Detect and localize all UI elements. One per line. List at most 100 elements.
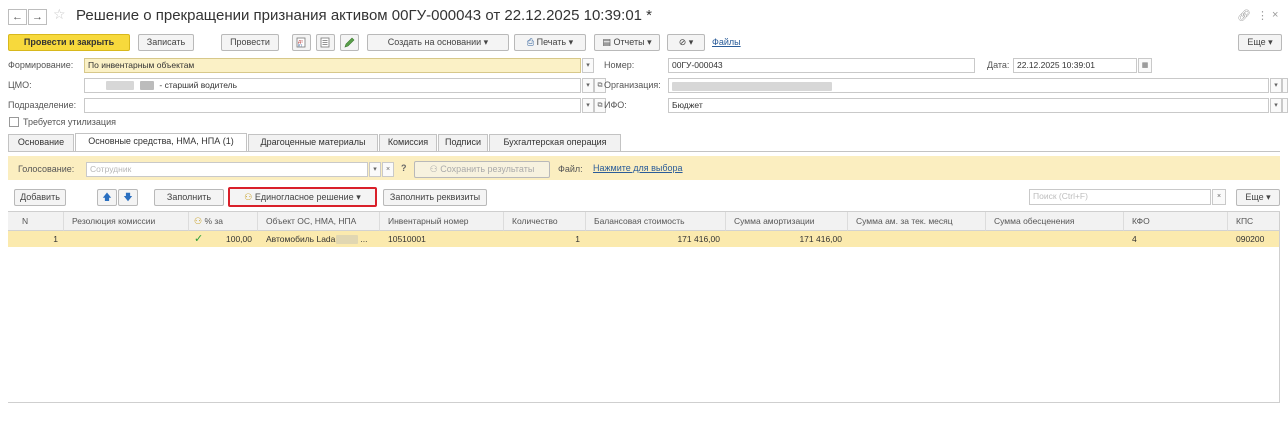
cell-quantity[interactable]: 1 (504, 231, 586, 247)
post-button[interactable]: Провести (221, 34, 279, 51)
redacted-name (106, 81, 134, 91)
forward-arrow-icon[interactable]: → (28, 9, 47, 25)
files-link[interactable]: Файлы (712, 37, 741, 47)
cell-inventory-number[interactable]: 10510001 (380, 231, 504, 247)
tab-basis[interactable]: Основание (8, 134, 74, 151)
cell-kfo[interactable]: 4 (1124, 231, 1228, 247)
unanimous-label: Единогласное решение (254, 192, 354, 202)
tab-signatures[interactable]: Подписи (438, 134, 488, 151)
cell-kps[interactable]: 090200 (1228, 231, 1279, 247)
more-button[interactable]: Еще ▾ (1238, 34, 1282, 51)
link-icon[interactable]: 🔗︎ (1237, 9, 1251, 22)
open-icon[interactable] (1282, 98, 1288, 113)
attachment-button[interactable]: ⊘ ▾ (667, 34, 705, 51)
date-label: Дата: (987, 60, 1010, 70)
report-icon[interactable] (316, 34, 335, 51)
chevron-down-icon: ▾ (568, 37, 574, 47)
close-icon[interactable]: × (1272, 9, 1278, 21)
column-header-impairment[interactable]: Сумма обесценения (986, 212, 1124, 231)
clear-search-icon[interactable]: × (1212, 189, 1226, 205)
cell-depreciation-month[interactable] (848, 231, 986, 247)
chevron-down-icon: ▾ (647, 37, 652, 47)
post-and-close-button[interactable]: Провести и закрыть (8, 34, 130, 51)
page-title: Решение о прекращении признания активом … (76, 7, 653, 24)
column-header-depreciation-month[interactable]: Сумма ам. за тек. месяц (848, 212, 986, 231)
column-header-quantity[interactable]: Количество (504, 212, 586, 231)
object-value: Автомобиль Lada (266, 234, 336, 244)
tab-fixed-assets[interactable]: Основные средства, НМА, НПА (1) (75, 133, 247, 151)
chevron-down-icon: ▾ (483, 37, 489, 47)
help-icon[interactable]: ? (401, 163, 407, 173)
cell-depreciation[interactable]: 171 416,00 (726, 231, 848, 247)
print-button[interactable]: ⎙ Печать ▾ (514, 34, 586, 51)
tab-precious-materials[interactable]: Драгоценные материалы (248, 134, 378, 151)
column-header-percent-for[interactable]: ⚇ % за (189, 212, 258, 231)
column-header-n[interactable]: N (8, 212, 64, 231)
utilization-checkbox[interactable] (9, 117, 19, 127)
create-based-on-button[interactable]: Создать на основании ▾ (367, 34, 509, 51)
arrow-up-icon[interactable]: 🡅︎ (97, 189, 117, 206)
division-field[interactable] (84, 98, 581, 113)
file-label: Файл: (558, 164, 583, 174)
unanimous-decision-button[interactable]: ⚇ Единогласное решение ▾ (228, 187, 377, 207)
calendar-icon[interactable]: ▦ (1138, 58, 1152, 73)
add-button[interactable]: Добавить (14, 189, 66, 206)
cmo-field[interactable]: - старший водитель (84, 78, 581, 93)
cell-impairment[interactable] (986, 231, 1124, 247)
open-icon[interactable] (1282, 78, 1288, 93)
cell-book-value[interactable]: 171 416,00 (586, 231, 726, 247)
column-header-inventory-number[interactable]: Инвентарный номер (380, 212, 504, 231)
organization-field[interactable] (668, 78, 1269, 93)
edit-icon[interactable] (340, 34, 359, 51)
cell-resolution[interactable] (64, 231, 189, 247)
ifo-field[interactable]: Бюджет (668, 98, 1269, 113)
table-more-label: Еще (1245, 192, 1264, 202)
cell-object[interactable]: Автомобиль Lada... (258, 231, 380, 247)
division-label: Подразделение: (8, 100, 77, 110)
back-arrow-icon[interactable]: ← (8, 9, 27, 25)
arrow-down-icon[interactable]: 🡇︎ (118, 189, 138, 206)
tab-accounting-operation[interactable]: Бухгалтерская операция (489, 134, 621, 151)
save-button[interactable]: Записать (138, 34, 194, 51)
date-field[interactable]: 22.12.2025 10:39:01 (1013, 58, 1137, 73)
search-input[interactable]: Поиск (Ctrl+F) (1029, 189, 1211, 205)
column-header-resolution[interactable]: Резолюция комиссии (64, 212, 189, 231)
fill-details-button[interactable]: Заполнить реквизиты (383, 189, 487, 206)
more-vertical-icon[interactable]: ⋮ (1257, 9, 1268, 22)
chevron-down-icon[interactable]: ▾ (1270, 98, 1282, 113)
chevron-down-icon[interactable]: ▾ (582, 78, 594, 93)
column-header-object[interactable]: Объект ОС, НМА, НПА (258, 212, 380, 231)
chevron-down-icon[interactable]: ▾ (1270, 78, 1282, 93)
column-header-kps[interactable]: КПС (1228, 212, 1279, 231)
table-more-button[interactable]: Еще ▾ (1236, 189, 1280, 206)
favorite-star-icon[interactable]: ☆ (53, 6, 66, 23)
chevron-down-icon[interactable]: ▾ (582, 58, 594, 73)
employee-field[interactable]: Сотрудник (86, 162, 368, 177)
cell-n[interactable]: 1 (8, 231, 64, 247)
number-field[interactable]: 00ГУ-000043 (668, 58, 975, 73)
column-header-depreciation[interactable]: Сумма амортизации (726, 212, 848, 231)
column-header-book-value[interactable]: Балансовая стоимость (586, 212, 726, 231)
people-icon: ⚇ (429, 164, 438, 174)
chevron-down-icon[interactable]: ▾ (369, 162, 381, 177)
create-based-label: Создать на основании (387, 37, 482, 47)
chevron-down-icon[interactable]: ▾ (582, 98, 594, 113)
reports-button[interactable]: ▤ Отчеты ▾ (594, 34, 660, 51)
redacted-object (336, 235, 359, 245)
fill-button[interactable]: Заполнить (154, 189, 224, 206)
formation-field[interactable]: По инвентарным объектам (84, 58, 581, 73)
column-header-kfo[interactable]: КФО (1124, 212, 1228, 231)
tab-commission[interactable]: Комиссия (379, 134, 437, 151)
journal-icon[interactable]: Дт Кт (292, 34, 311, 51)
paperclip-icon: ⊘ (678, 37, 687, 47)
cmo-value: - старший водитель (159, 80, 238, 90)
save-results-label: Сохранить результаты (440, 164, 535, 174)
chevron-down-icon: ▾ (1266, 192, 1271, 202)
printer-icon: ⎙ (526, 37, 535, 47)
choose-file-link[interactable]: Нажмите для выбора (593, 163, 683, 173)
formation-label: Формирование: (8, 60, 74, 70)
cell-percent-for[interactable]: 100,00 (208, 231, 258, 247)
cmo-label: ЦМО: (8, 80, 32, 90)
clear-icon[interactable]: × (382, 162, 394, 177)
chart-icon: ▤ (602, 37, 611, 47)
